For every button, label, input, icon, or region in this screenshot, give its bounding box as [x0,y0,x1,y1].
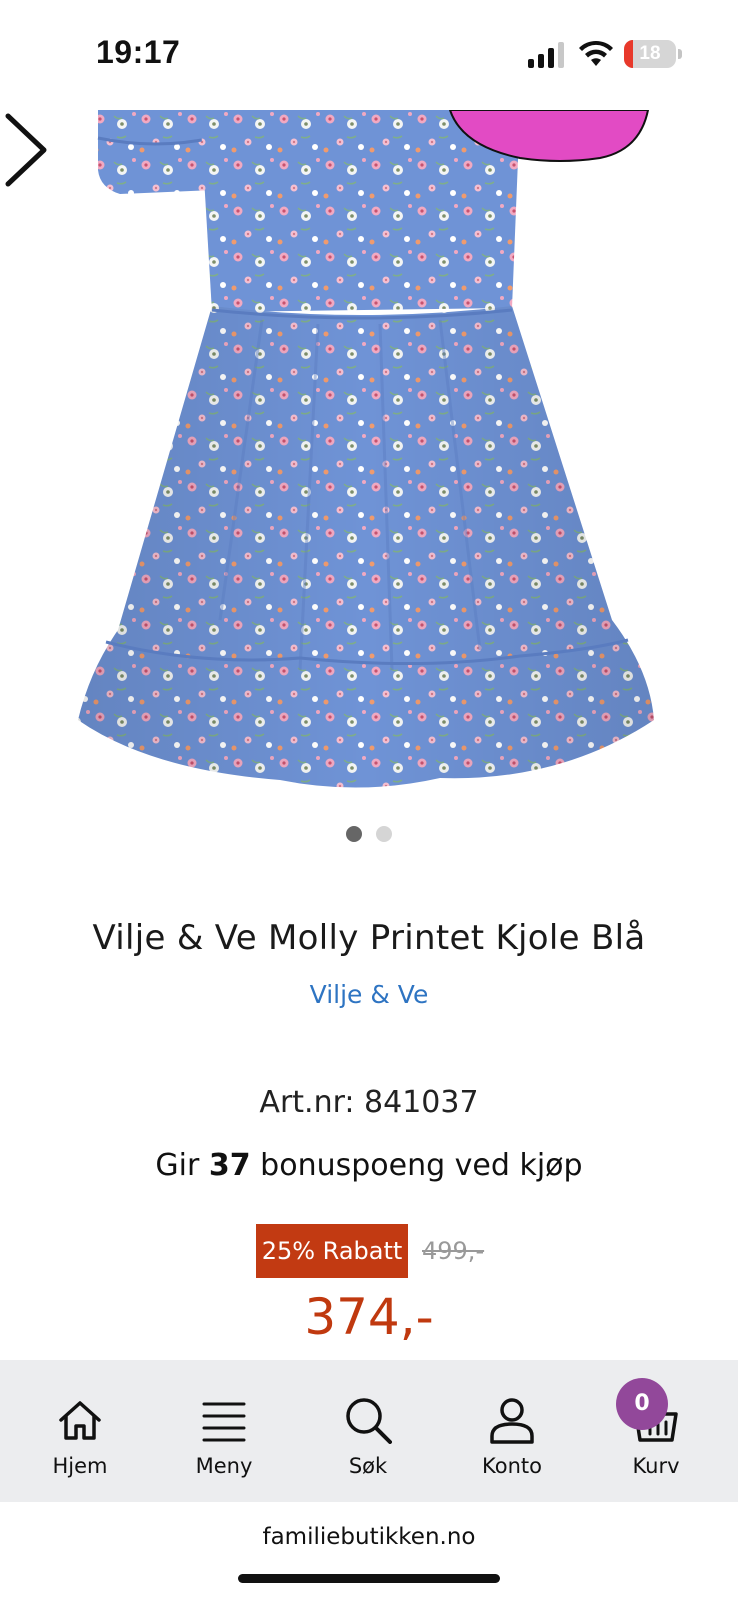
menu-icon [202,1402,246,1442]
battery-level: 18 [639,43,661,64]
dress-image [78,110,654,788]
bonus-points-text: Gir 37 bonuspoeng ved kjøp [0,1148,738,1183]
nav-item-search[interactable]: Søk [308,1360,428,1502]
bonus-suffix: bonuspoeng ved kjøp [260,1148,583,1183]
nav-label-search: Søk [348,1454,388,1478]
carousel-dot[interactable] [376,826,392,842]
bonus-points-value: 37 [208,1148,251,1183]
cart-count-badge[interactable]: 0 [616,1378,668,1430]
discount-badge: 25% Rabatt [256,1224,408,1278]
carousel-dot-active[interactable] [346,826,362,842]
cellular-signal-icon [528,42,564,68]
nav-item-menu[interactable]: Meny [164,1360,284,1502]
current-price: 374,- [304,1288,434,1346]
bonus-prefix: Gir [155,1148,200,1183]
home-indicator[interactable] [238,1574,500,1583]
battery-tip [678,49,682,59]
status-time: 19:17 [96,34,181,70]
product-image-carousel[interactable] [0,110,738,810]
next-image-chevron-icon[interactable] [0,110,60,190]
product-title: Vilje & Ve Molly Printet Kjole Blå [92,918,646,958]
brand-link[interactable]: Vilje & Ve [0,980,738,1009]
nav-label-account: Konto [482,1454,542,1478]
nav-item-home[interactable]: Hjem [20,1360,140,1502]
battery-icon: 18 [624,40,676,68]
nav-label-cart: Kurv [632,1454,680,1478]
url-text[interactable]: familiebutikken.no [0,1524,738,1550]
nav-item-account[interactable]: Konto [452,1360,572,1502]
status-bar: 19:17 18 [0,0,738,110]
search-icon [346,1398,392,1444]
article-number: Art.nr: 841037 [259,1085,479,1120]
carousel-pagination [0,826,738,842]
account-icon [490,1398,534,1444]
home-icon [59,1401,101,1440]
browser-address-bar[interactable]: familiebutikken.no [0,1502,738,1600]
wifi-icon [579,40,613,66]
original-price: 499,- [422,1237,485,1265]
nav-label-menu: Meny [195,1454,253,1478]
nav-label-home: Hjem [52,1454,108,1478]
